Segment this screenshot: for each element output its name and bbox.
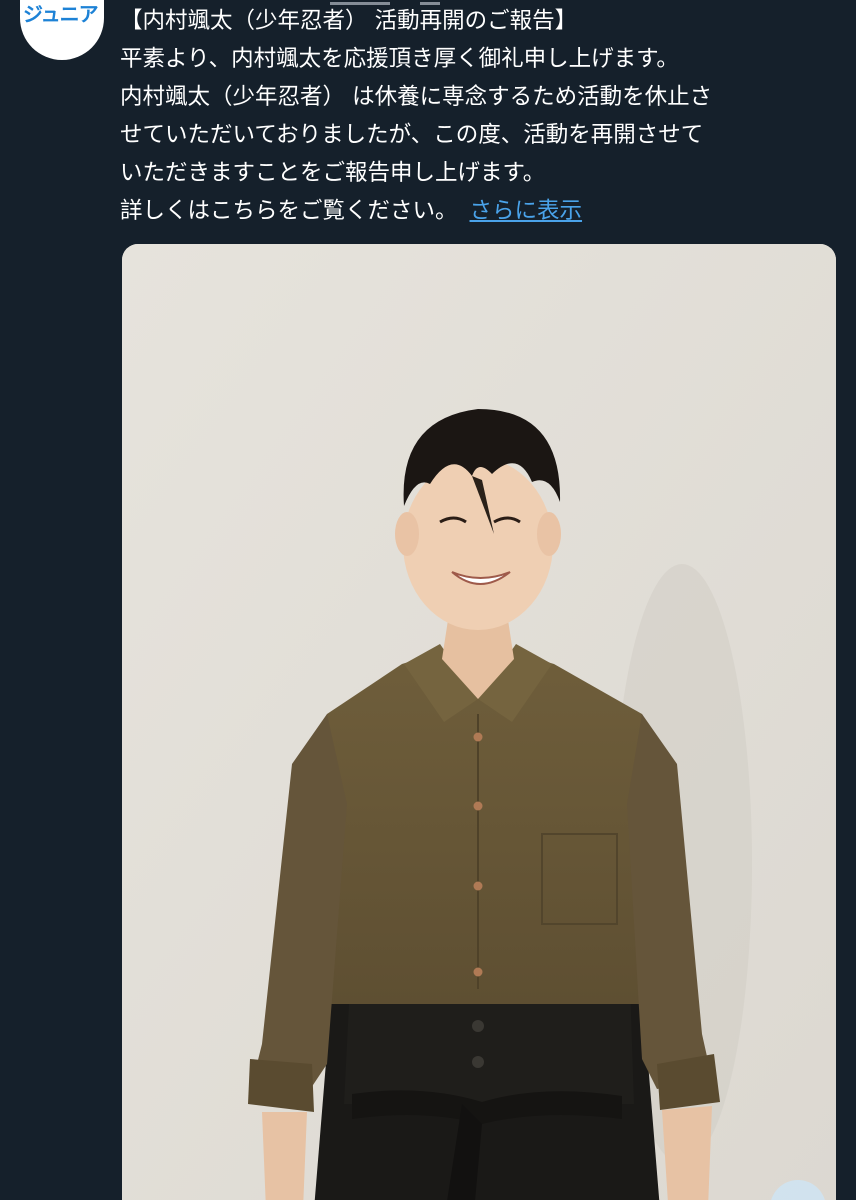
tweet-page: ジュニア 【内村颯太（少年忍者） 活動再開のご報告】 平素より、内村颯太を応援頂…	[0, 0, 856, 1200]
tweet-line-text: 詳しくはこちらをご覧ください。	[120, 198, 458, 224]
tweet-line: いただきますことをご報告申し上げます。	[120, 160, 546, 186]
tweet-line: 内村颯太（少年忍者） は休養に専念するため活動を休止さ	[120, 84, 713, 110]
tweet-line: 平素より、内村颯太を応援頂き厚く御礼申し上げます。	[120, 46, 679, 72]
tweet-photo[interactable]	[122, 244, 836, 1200]
tweet-line: せていただいておりましたが、この度、活動を再開させて	[120, 122, 704, 148]
tweet-text: 【内村颯太（少年忍者） 活動再開のご報告】 平素より、内村颯太を応援頂き厚く御礼…	[120, 2, 840, 230]
tweet-line-title: 【内村颯太（少年忍者） 活動再開のご報告】	[120, 8, 578, 34]
avatar[interactable]: ジュニア	[20, 0, 104, 60]
avatar-logo-text: ジュニア	[23, 2, 99, 26]
show-more-link[interactable]: さらに表示	[470, 198, 583, 224]
photo-of-person-icon	[122, 244, 836, 1200]
tweet-line-last: 詳しくはこちらをご覧ください。 さらに表示	[120, 192, 840, 230]
